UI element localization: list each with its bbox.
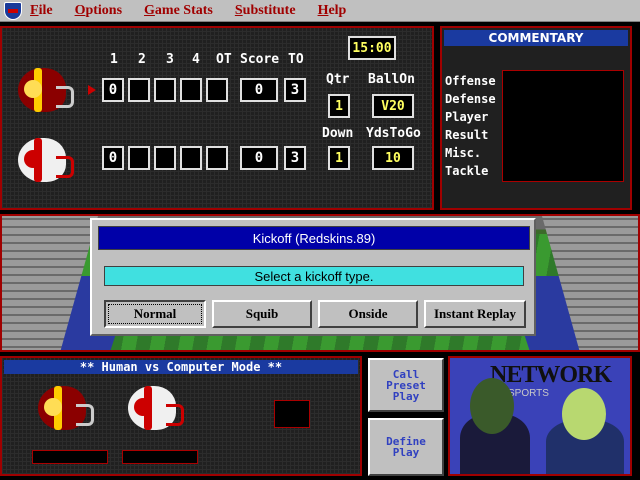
home-ot [206,78,228,102]
down-value: 1 [328,146,350,170]
nfl-shield-icon[interactable] [4,1,22,20]
away-score: 0 [240,146,278,170]
kickoff-dialog: Kickoff (Redskins.89) Select a kickoff t… [90,218,536,336]
menu-help[interactable]: Help [318,3,347,19]
dialog-title: Kickoff (Redskins.89) [98,226,530,250]
computer-team-helmet-icon [122,384,184,434]
header-q3: 3 [166,52,174,67]
header-q2: 2 [138,52,146,67]
home-q2 [128,78,150,102]
ydstogo-value: 10 [372,146,414,170]
onside-kick-button[interactable]: Onside [318,300,418,328]
home-timeouts: 3 [284,78,306,102]
header-q1: 1 [110,52,118,67]
home-q1: 0 [102,78,124,102]
ballon-value: V20 [372,94,414,118]
normal-kick-button[interactable]: Normal [104,300,206,328]
game-clock: 15:00 [348,36,396,60]
mode-panel: ** Human vs Computer Mode ** [0,356,362,476]
scoreboard: 15:00 1 2 3 4 OT Score TO 0 0 3 0 0 3 Qt… [0,26,434,210]
home-q3 [154,78,176,102]
mode-indicator-slot [274,400,310,428]
menu-file[interactable]: File [30,3,53,19]
commentator-left-head [470,378,514,434]
computer-team-slot [122,450,198,464]
menu-substitute[interactable]: Substitute [235,3,296,19]
network-logo: NETWORK [490,362,612,388]
call-preset-play-button[interactable]: Call Preset Play [368,358,444,412]
commentary-player-label: Player [445,110,489,124]
network-sports-label: SPORTS [508,388,549,399]
header-to: TO [288,52,304,67]
commentary-title: COMMENTARY [444,30,628,46]
commentary-offense-label: Offense [445,74,496,88]
ydstogo-label: YdsToGo [366,126,421,141]
mode-title: ** Human vs Computer Mode ** [4,360,358,374]
redskins-helmet-icon [12,66,74,116]
away-q1: 0 [102,146,124,170]
menu-game-stats[interactable]: Game Stats [144,3,213,19]
down-label: Down [322,126,354,141]
dialog-message: Select a kickoff type. [104,266,524,286]
header-ot: OT [216,52,232,67]
away-q4 [180,146,202,170]
commentary-tackle-label: Tackle [445,164,489,178]
squib-kick-button[interactable]: Squib [212,300,312,328]
menu-bar: File Options Game Stats Substitute Help [0,0,640,22]
home-q4 [180,78,202,102]
buccaneers-helmet-icon [12,136,74,186]
commentary-panel: COMMENTARY Offense Defense Player Result… [440,26,632,210]
away-q2 [128,146,150,170]
menu-options[interactable]: Options [75,3,122,19]
network-commentators: NETWORK SPORTS [448,356,632,476]
away-q3 [154,146,176,170]
commentary-screen [502,70,624,182]
home-score: 0 [240,78,278,102]
define-play-button[interactable]: Define Play [368,418,444,476]
instant-replay-button[interactable]: Instant Replay [424,300,526,328]
commentary-defense-label: Defense [445,92,496,106]
commentator-right-head [562,388,606,440]
human-team-slot [32,450,108,464]
header-q4: 4 [192,52,200,67]
away-ot [206,146,228,170]
possession-arrow-icon [88,85,96,95]
commentary-misc-label: Misc. [445,146,482,160]
header-score: Score [240,52,280,67]
away-timeouts: 3 [284,146,306,170]
commentary-result-label: Result [445,128,489,142]
human-team-helmet-icon [32,384,94,434]
qtr-value: 1 [328,94,350,118]
qtr-label: Qtr [326,72,350,87]
ballon-label: BallOn [368,72,415,87]
